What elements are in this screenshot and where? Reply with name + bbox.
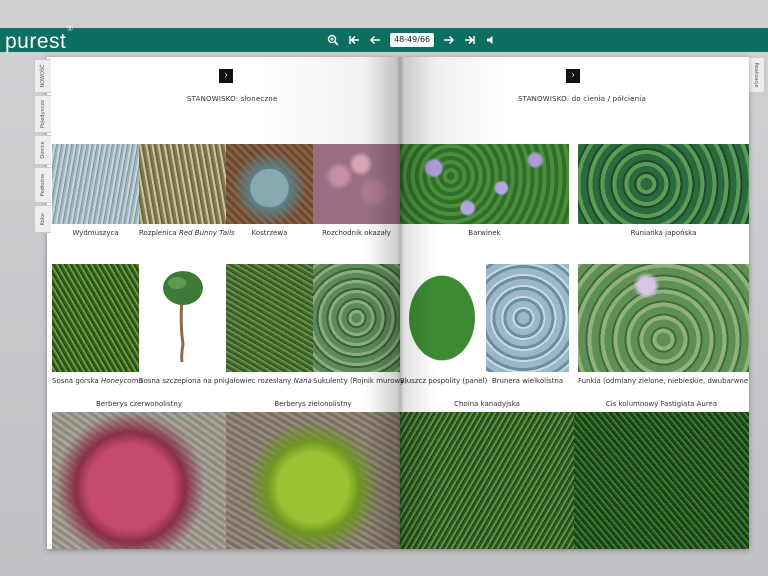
caption-brunera: Brunera wielkolistna <box>491 377 564 385</box>
side-tab-pojedyncze[interactable]: Pojedyncze <box>34 95 51 133</box>
photo-sosna-szczepiona <box>139 264 226 372</box>
photo-cis <box>574 412 749 549</box>
caption-berberys-czerwonolistny: Berberys czerwonolistny <box>96 400 182 408</box>
registered-mark: ® <box>67 26 74 33</box>
page-counter[interactable]: 48-49/66 <box>390 33 435 47</box>
caption-rozplenica-name: Rozplenica <box>139 229 177 237</box>
photo-sosna-gorska <box>52 264 139 372</box>
caption-jalowiec: Jałowiec rozesłany Nana <box>226 377 313 385</box>
side-tab-donice[interactable]: Donice <box>34 135 51 165</box>
side-tab-label: NOWOŚĆ <box>40 64 46 88</box>
side-tab-nowosc[interactable]: NOWOŚĆ <box>34 59 51 93</box>
side-tab-label: Realizacje <box>753 62 759 88</box>
caption-sosna-gorska: Sosna górska Honeycomb <box>52 377 143 385</box>
topiary-drawing <box>163 271 203 363</box>
photo-berberys-czerwonolistny <box>52 412 226 549</box>
side-tab-kolor[interactable]: Kolor <box>34 205 51 233</box>
caption-choina: Choina kanadyjska <box>454 400 520 408</box>
first-page-icon[interactable] <box>348 34 360 46</box>
brand-icon <box>566 69 580 83</box>
photo-rozplenica <box>139 144 226 224</box>
photo-wydmuszyca <box>52 144 139 224</box>
side-tab-realizacje[interactable]: Realizacje <box>748 57 765 93</box>
caption-cis: Cis kolumnowy Fastigiata Aurea <box>605 400 718 408</box>
side-tab-podlozne[interactable]: Podłożne <box>34 167 51 203</box>
last-page-icon[interactable] <box>464 34 476 46</box>
caption-sosna-gorska-variety: Honeycomb <box>101 377 143 385</box>
caption-funkia: Funkia (odmiany zielone, niebieskie, dwu… <box>578 377 749 385</box>
photo-kostrzewa <box>226 144 313 224</box>
side-tab-label: Donice <box>40 141 46 159</box>
caption-bluszcz: Bluszcz pospolity (panel) <box>400 377 488 385</box>
logo-text: purest <box>5 30 67 53</box>
top-bar: purest® 48-49/66 <box>0 26 768 53</box>
brand-icon <box>219 69 233 83</box>
photo-rozchodnik <box>313 144 400 224</box>
catalog-spread: STANOWISKO: słoneczne Wydmuszyca Rozplen… <box>47 57 749 549</box>
caption-berberys-zielonolistny: Berberys zielonolistny <box>274 400 352 408</box>
zoom-in-icon[interactable] <box>327 34 339 46</box>
sound-icon[interactable] <box>485 34 497 46</box>
photo-sukulenty <box>313 264 400 372</box>
photo-brunera <box>486 264 569 372</box>
caption-barwinek: Barwinek <box>468 229 501 237</box>
caption-jalowiec-variety: Nana <box>293 377 312 385</box>
caption-sukulenty: Sukulenty (Rojnik murowy) <box>313 377 407 385</box>
photo-berberys-zielonolistny <box>226 412 400 549</box>
side-tab-label: Kolor <box>40 212 46 226</box>
side-tab-label: Pojedyncze <box>40 99 46 129</box>
right-page-heading: STANOWISKO: do cienia / półcienia <box>518 95 646 103</box>
side-tab-label: Podłożne <box>40 173 46 197</box>
purest-logo[interactable]: purest® <box>5 26 74 53</box>
caption-sosna-szczepiona: Sosna szczepiona na pniu <box>139 377 230 385</box>
next-page-icon[interactable] <box>443 34 455 46</box>
photo-runianka <box>578 144 749 224</box>
photo-bluszcz <box>400 264 484 372</box>
caption-runianka: Runianka japońska <box>630 229 697 237</box>
caption-rozchodnik: Rozchodnik okazały <box>322 229 391 237</box>
photo-choina <box>400 412 574 549</box>
page-toolbar: 48-49/66 <box>327 32 497 48</box>
photo-jalowiec <box>226 264 313 372</box>
photo-barwinek <box>400 144 569 224</box>
caption-rozplenica: Rozplenica Red Bunny Tails <box>139 229 235 237</box>
photo-funkia <box>578 264 749 372</box>
left-page-heading: STANOWISKO: słoneczne <box>187 95 278 103</box>
caption-wydmuszyca: Wydmuszyca <box>72 229 119 237</box>
prev-page-icon[interactable] <box>369 34 381 46</box>
caption-jalowiec-name: Jałowiec rozesłany <box>227 377 292 385</box>
caption-sosna-gorska-name: Sosna górska <box>52 377 99 385</box>
caption-kostrzewa: Kostrzewa <box>251 229 288 237</box>
